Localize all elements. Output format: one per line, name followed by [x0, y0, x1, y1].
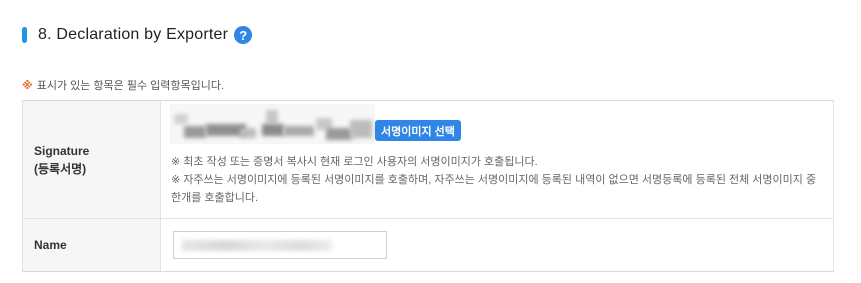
- signature-note-1: ※ 최초 작성 또는 증명서 복사시 현재 로그인 사용자의 서명이미지가 호출…: [171, 156, 538, 168]
- signature-content: 서명이미지 선택 ※ 최초 작성 또는 증명서 복사시 현재 로그인 사용자의 …: [161, 101, 833, 218]
- signature-label: Signature (등록서명): [23, 101, 161, 218]
- required-note-text: 표시가 있는 항목은 필수 입력항목입니다.: [36, 80, 225, 92]
- name-label: Name: [23, 219, 161, 271]
- name-content: [161, 219, 833, 271]
- name-input-redacted-value: [182, 240, 332, 251]
- signature-image: [170, 104, 375, 144]
- section-title-bar: [22, 27, 27, 43]
- signature-note-2: ※ 자주쓰는 서명이미지에 등록된 서명이미지를 호출하며, 자주쓰는 서명이미…: [171, 174, 817, 204]
- required-note: ※ 표시가 있는 항목은 필수 입력항목입니다.: [22, 77, 224, 93]
- signature-label-ko: (등록서명): [34, 161, 87, 176]
- signature-notes: ※ 최초 작성 또는 증명서 복사시 현재 로그인 사용자의 서명이미지가 호출…: [171, 153, 821, 207]
- name-input[interactable]: [173, 231, 387, 259]
- select-signature-image-button[interactable]: 서명이미지 선택: [375, 120, 461, 141]
- signature-label-en: Signature: [34, 143, 90, 158]
- signature-row: Signature (등록서명) 서명이미지 선택 ※ 최초 작성 또는 증명서…: [23, 101, 833, 219]
- help-icon[interactable]: ?: [234, 26, 253, 44]
- required-star-icon: ※: [22, 79, 33, 92]
- section-title: 8. Declaration by Exporter: [38, 26, 229, 43]
- name-row: Name: [23, 219, 833, 271]
- section-header: 8. Declaration by Exporter ?: [22, 24, 253, 46]
- declaration-form-table: Signature (등록서명) 서명이미지 선택 ※ 최초 작성 또는 증명서…: [22, 100, 834, 272]
